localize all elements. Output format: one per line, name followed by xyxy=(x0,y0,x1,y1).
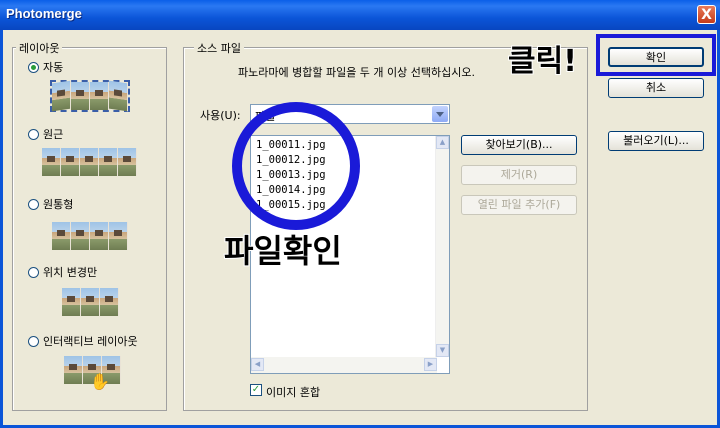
source-instruction-text: 파노라마에 병합할 파일을 두 개 이상 선택하십시오. xyxy=(238,66,475,79)
scroll-up-icon[interactable]: ▲ xyxy=(436,136,449,149)
radio-reposition[interactable] xyxy=(28,266,39,278)
layout-option-reposition-label: 위치 변경만 xyxy=(43,266,98,279)
radio-interactive[interactable] xyxy=(28,335,39,347)
scroll-right-icon[interactable]: ▶ xyxy=(424,358,437,371)
load-button[interactable]: 불러오기(L)... xyxy=(608,131,704,151)
auto-preview-thumbnail xyxy=(50,80,130,112)
layout-option-perspective[interactable]: 원근 xyxy=(28,126,63,142)
chevron-down-icon[interactable] xyxy=(432,106,448,122)
blend-images-checkbox[interactable]: ✓ xyxy=(250,384,262,396)
radio-cylindrical[interactable] xyxy=(28,198,39,210)
close-icon: X xyxy=(701,7,712,23)
horizontal-scrollbar[interactable]: ◀ ▶ xyxy=(251,357,437,373)
window-title: Photomerge xyxy=(6,6,82,21)
layout-option-reposition[interactable]: 위치 변경만 xyxy=(28,264,97,280)
click-annotation: 클릭! xyxy=(507,43,578,80)
file-check-circle xyxy=(232,102,360,230)
layout-option-auto-label: 자동 xyxy=(43,61,64,74)
close-button[interactable]: X xyxy=(697,5,716,24)
layout-option-perspective-label: 원근 xyxy=(43,128,64,141)
layout-option-auto[interactable]: 자동 xyxy=(28,59,63,75)
scroll-down-icon[interactable]: ▼ xyxy=(436,344,449,357)
layout-group-legend: 레이아웃 xyxy=(16,40,63,56)
reposition-preview-thumbnail xyxy=(62,288,119,316)
add-open-files-button[interactable]: 열린 파일 추가(F) xyxy=(461,195,577,215)
layout-option-cylindrical[interactable]: 원통형 xyxy=(28,196,73,212)
source-files-legend: 소스 파일 xyxy=(194,40,244,56)
use-label: 사용(U): xyxy=(200,109,241,122)
cancel-button[interactable]: 취소 xyxy=(608,78,704,98)
ok-highlight-box xyxy=(596,34,716,76)
layout-option-interactive[interactable]: 인터랙티브 레이아웃 xyxy=(28,333,138,349)
hand-cursor-icon: ✋ xyxy=(90,372,110,391)
file-check-annotation: 파일확인 xyxy=(223,231,343,271)
radio-perspective[interactable] xyxy=(28,128,39,140)
perspective-preview-thumbnail xyxy=(42,148,137,176)
scroll-left-icon[interactable]: ◀ xyxy=(251,358,264,371)
remove-button[interactable]: 제거(R) xyxy=(461,165,577,185)
vertical-scrollbar[interactable]: ▲ ▼ xyxy=(435,136,449,357)
layout-option-interactive-label: 인터랙티브 레이아웃 xyxy=(43,335,138,348)
title-bar: Photomerge X xyxy=(0,0,720,30)
cylindrical-preview-thumbnail xyxy=(52,222,128,250)
layout-option-cylindrical-label: 원통형 xyxy=(43,198,74,211)
browse-button[interactable]: 찾아보기(B)... xyxy=(461,135,577,155)
blend-images-label: 이미지 혼합 xyxy=(266,386,321,399)
radio-auto[interactable] xyxy=(28,61,39,73)
